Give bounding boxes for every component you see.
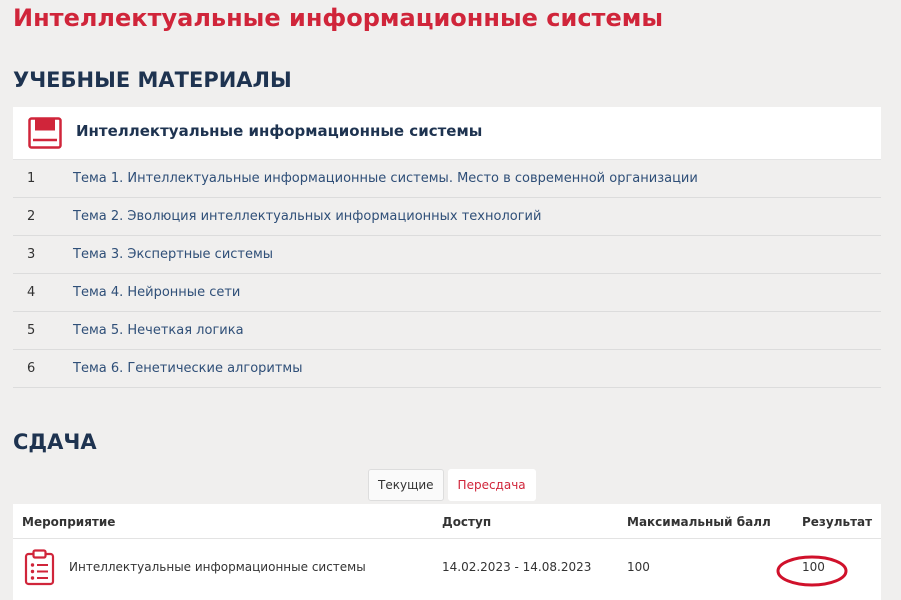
materials-heading: УЧЕБНЫЕ МАТЕРИАЛЫ bbox=[13, 68, 292, 92]
topic-row: 2 Тема 2. Эволюция интеллектуальных инфо… bbox=[13, 198, 881, 236]
topic-link-4[interactable]: Тема 4. Нейронные сети bbox=[73, 285, 240, 300]
topic-number: 6 bbox=[27, 361, 36, 376]
topic-link-1[interactable]: Тема 1. Интеллектуальные информационные … bbox=[73, 171, 698, 186]
topic-row: 3 Тема 3. Экспертные системы bbox=[13, 236, 881, 274]
exam-table: Мероприятие Доступ Максимальный балл Рез… bbox=[13, 504, 881, 600]
course-card: Интеллектуальные информационные системы bbox=[13, 107, 881, 160]
topic-row: 4 Тема 4. Нейронные сети bbox=[13, 274, 881, 312]
topic-row: 6 Тема 6. Генетические алгоритмы bbox=[13, 350, 881, 388]
page: Интеллектуальные информационные системы … bbox=[0, 0, 901, 600]
topic-row: 1 Тема 1. Интеллектуальные информационны… bbox=[13, 160, 881, 198]
topic-number: 5 bbox=[27, 323, 36, 338]
access-period: 14.02.2023 - 14.08.2023 bbox=[442, 560, 592, 574]
max-score: 100 bbox=[627, 560, 650, 574]
topic-link-3[interactable]: Тема 3. Экспертные системы bbox=[73, 247, 273, 262]
course-title: Интеллектуальные информационные системы bbox=[76, 122, 483, 140]
topic-number: 2 bbox=[27, 209, 36, 224]
topic-number: 3 bbox=[27, 247, 36, 262]
column-header-access: Доступ bbox=[442, 515, 492, 529]
topic-list: 1 Тема 1. Интеллектуальные информационны… bbox=[13, 160, 881, 388]
tab-current[interactable]: Текущие bbox=[368, 469, 444, 501]
tab-retake[interactable]: Пересдача bbox=[447, 469, 536, 501]
book-icon bbox=[28, 117, 62, 149]
exam-tabs: Текущие Пересдача bbox=[368, 469, 536, 501]
page-title: Интеллектуальные информационные системы bbox=[13, 4, 664, 32]
red-circle-annotation bbox=[776, 555, 848, 587]
topic-link-2[interactable]: Тема 2. Эволюция интеллектуальных информ… bbox=[73, 209, 541, 224]
topic-link-6[interactable]: Тема 6. Генетические алгоритмы bbox=[73, 361, 303, 376]
topic-number: 1 bbox=[27, 171, 36, 186]
exam-heading: СДАЧА bbox=[13, 430, 97, 454]
table-row[interactable]: Интеллектуальные информационные системы … bbox=[13, 539, 881, 597]
topic-link-5[interactable]: Тема 5. Нечеткая логика bbox=[73, 323, 244, 338]
topic-row: 5 Тема 5. Нечеткая логика bbox=[13, 312, 881, 350]
event-name: Интеллектуальные информационные системы bbox=[69, 560, 366, 574]
clipboard-list-icon bbox=[24, 549, 55, 586]
column-header-max-score: Максимальный балл bbox=[627, 515, 771, 529]
column-header-result: Результат bbox=[802, 515, 873, 529]
column-header-event: Мероприятие bbox=[22, 515, 116, 529]
topic-number: 4 bbox=[27, 285, 36, 300]
